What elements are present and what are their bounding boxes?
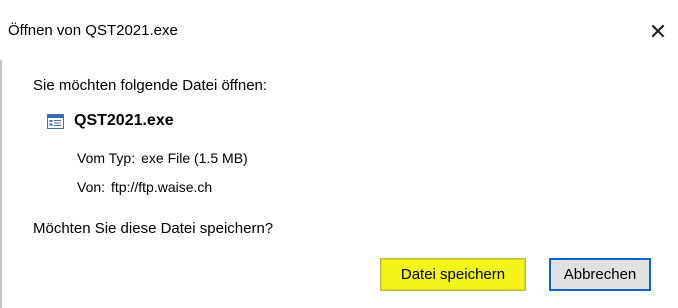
file-type-line: Vom Typ: exe File (1.5 MB)	[77, 150, 248, 166]
title-bar: Öffnen von QST2021.exe ✕	[0, 0, 678, 60]
file-source-value: ftp://ftp.waise.ch	[111, 179, 213, 195]
exe-file-icon	[47, 113, 64, 129]
file-source-label: Von:	[77, 179, 106, 195]
file-source-line: Von: ftp://ftp.waise.ch	[77, 179, 212, 195]
open-prompt: Sie möchten folgende Datei öffnen:	[33, 77, 268, 94]
save-question: Möchten Sie diese Datei speichern?	[33, 220, 274, 237]
file-type-label: Vom Typ:	[77, 150, 136, 166]
file-name: QST2021.exe	[74, 112, 174, 129]
window-border	[0, 60, 2, 308]
close-button[interactable]: ✕	[638, 12, 678, 52]
file-row: QST2021.exe	[47, 112, 174, 130]
save-file-button[interactable]: Datei speichern	[380, 258, 526, 291]
window-title: Öffnen von QST2021.exe	[8, 22, 178, 39]
cancel-button[interactable]: Abbrechen	[549, 258, 651, 291]
file-type-value: exe File (1.5 MB)	[141, 150, 248, 166]
dialog-body: Sie möchten folgende Datei öffnen: QST20…	[14, 60, 664, 294]
close-icon: ✕	[648, 19, 668, 44]
